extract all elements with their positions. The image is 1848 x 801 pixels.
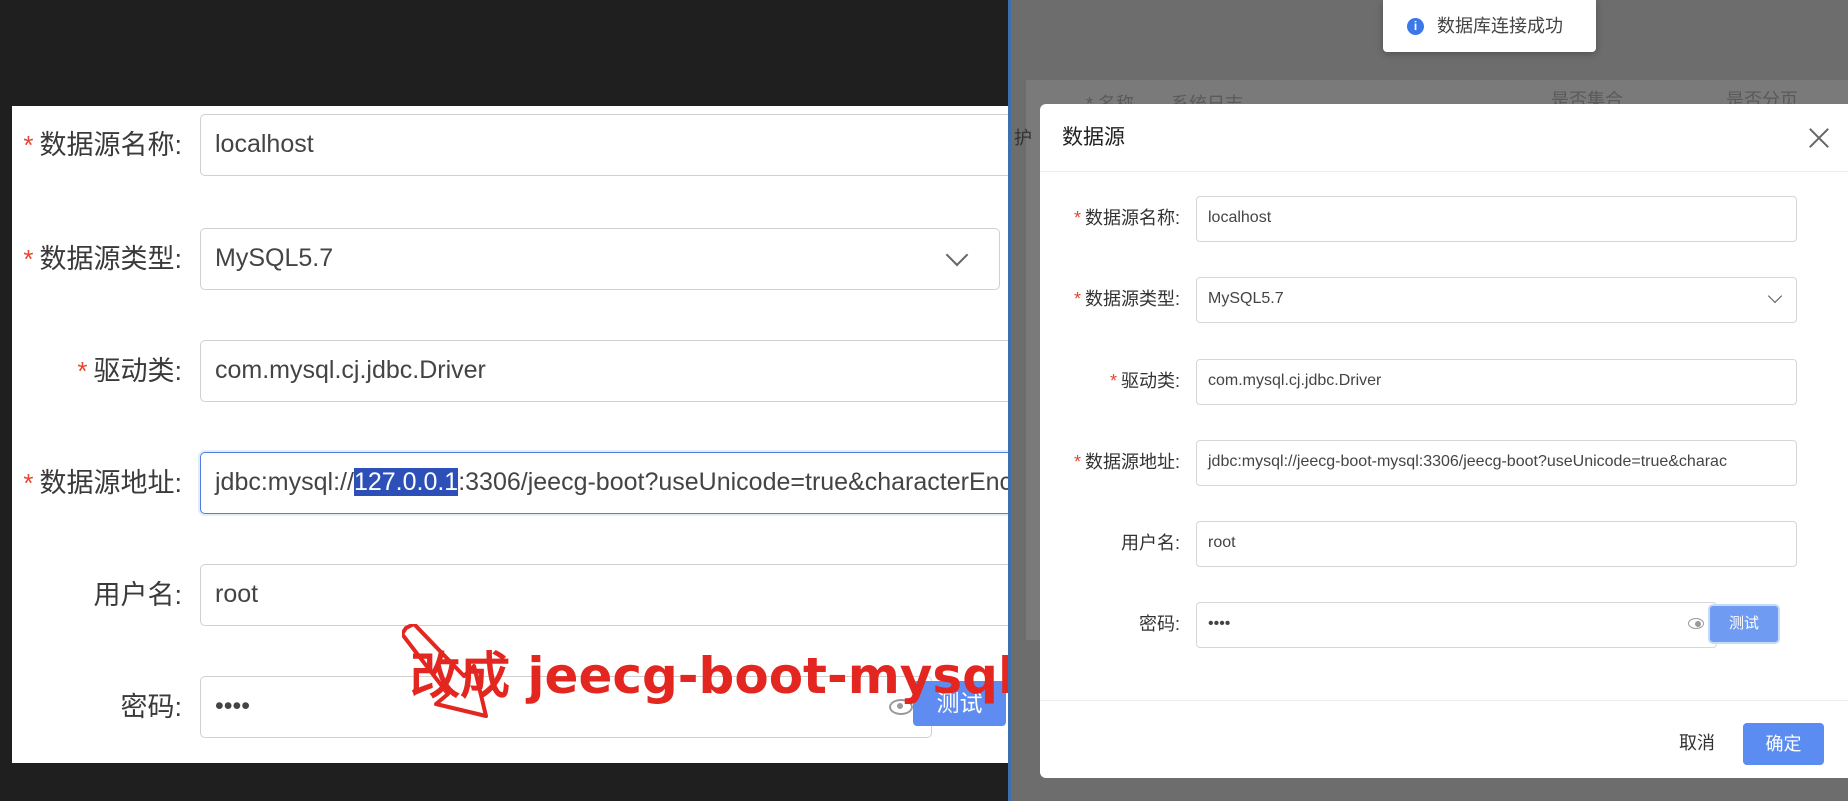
zoom-row-username: 用户名: root <box>12 564 1010 626</box>
required-mark: * <box>1073 208 1081 228</box>
panel-divider <box>1008 0 1011 801</box>
zoom-driver-class-input[interactable]: com.mysql.cj.jdbc.Driver <box>200 340 1010 402</box>
modal-header: 数据源 <box>1040 104 1848 172</box>
row-datasource-url: * 数据源地址: jdbc:mysql://jeecg-boot-mysql:33… <box>1040 440 1848 486</box>
url-prefix: jdbc:mysql:// <box>215 468 354 496</box>
required-mark: * <box>23 468 34 498</box>
toast-text: 数据库连接成功 <box>1437 16 1563 36</box>
zoom-username-input[interactable]: root <box>200 564 1010 626</box>
label-driver-class: * 驱动类: <box>1040 359 1180 403</box>
label-text: 数据源地址: <box>39 468 182 498</box>
eye-icon[interactable] <box>1688 618 1704 629</box>
row-datasource-name: * 数据源名称: localhost <box>1040 196 1848 242</box>
datasource-name-input[interactable]: localhost <box>1196 196 1797 242</box>
test-button[interactable]: 测试 <box>1710 606 1778 642</box>
url-selected-host: 127.0.0.1 <box>353 468 459 496</box>
row-datasource-type: * 数据源类型: MySQL5.7 <box>1040 277 1848 323</box>
label-text: 用户名: <box>1120 533 1180 553</box>
zoom-label-driver-class: * 驱动类: <box>12 340 182 402</box>
toast-message: i 数据库连接成功 <box>1383 0 1596 52</box>
zoom-row-driver-class: * 驱动类: com.mysql.cj.jdbc.Driver <box>12 340 1010 402</box>
required-mark: * <box>77 356 88 386</box>
label-text: 数据源类型: <box>1084 289 1180 309</box>
close-icon[interactable] <box>1808 127 1830 149</box>
zoom-label-username: 用户名: <box>12 564 182 626</box>
label-text: 密码: <box>120 692 182 722</box>
password-dots: •••• <box>1208 615 1231 632</box>
label-text: 数据源名称: <box>39 130 182 160</box>
required-mark: * <box>1109 371 1117 391</box>
zoom-datasource-type-select[interactable]: MySQL5.7 <box>200 228 1000 290</box>
ghost-tab-fragment: 护 <box>1014 128 1032 148</box>
url-suffix: :3306/jeecg-boot?useUnicode=true&charact… <box>458 468 1010 496</box>
password-dots: •••• <box>215 692 251 720</box>
zoom-datasource-name-input[interactable]: localhost <box>200 114 1010 176</box>
label-password: 密码: <box>1040 602 1180 646</box>
label-text: 驱动类: <box>1120 371 1180 391</box>
label-text: 数据源类型: <box>39 244 182 274</box>
chevron-down-icon <box>945 243 969 267</box>
zoom-label-datasource-url: * 数据源地址: <box>12 452 182 514</box>
label-datasource-name: * 数据源名称: <box>1040 196 1180 240</box>
select-value: MySQL5.7 <box>215 244 334 272</box>
password-input[interactable]: •••• <box>1196 602 1717 648</box>
datasource-modal: 数据源 * 数据源名称: localhost * 数据源类型: MySQL5.7 *… <box>1040 104 1848 778</box>
label-text: 用户名: <box>93 580 182 610</box>
datasource-url-input[interactable]: jdbc:mysql://jeecg-boot-mysql:3306/jeecg… <box>1196 440 1797 486</box>
zoom-row-datasource-name: * 数据源名称: localhost <box>12 114 1010 176</box>
label-username: 用户名: <box>1040 521 1180 565</box>
zoom-datasource-url-input[interactable]: jdbc:mysql://127.0.0.1:3306/jeecg-boot?u… <box>200 452 1010 514</box>
row-driver-class: * 驱动类: com.mysql.cj.jdbc.Driver <box>1040 359 1848 405</box>
zoom-row-datasource-url: * 数据源地址: jdbc:mysql://127.0.0.1:3306/jeec… <box>12 452 1010 514</box>
modal-title: 数据源 <box>1062 126 1125 149</box>
label-text: 密码: <box>1138 614 1180 634</box>
label-text: 数据源地址: <box>1084 452 1180 472</box>
required-mark: * <box>23 130 34 160</box>
info-icon: i <box>1407 18 1424 35</box>
label-datasource-url: * 数据源地址: <box>1040 440 1180 484</box>
driver-class-input[interactable]: com.mysql.cj.jdbc.Driver <box>1196 359 1797 405</box>
label-text: 驱动类: <box>93 356 182 386</box>
required-mark: * <box>23 244 34 274</box>
row-password: 密码: •••• 测试 <box>1040 602 1848 648</box>
modal-footer: 取消 确定 <box>1040 700 1848 778</box>
select-value: MySQL5.7 <box>1208 290 1284 307</box>
required-mark: * <box>1073 289 1081 309</box>
required-mark: * <box>1073 452 1081 472</box>
label-datasource-type: * 数据源类型: <box>1040 277 1180 321</box>
zoom-row-datasource-type: * 数据源类型: MySQL5.7 <box>12 228 1010 290</box>
zoom-label-datasource-name: * 数据源名称: <box>12 114 182 176</box>
datasource-type-select[interactable]: MySQL5.7 <box>1196 277 1797 323</box>
ok-button[interactable]: 确定 <box>1743 723 1824 765</box>
annotation-text: 改成 jeecg-boot-mysql <box>410 647 1016 705</box>
username-input[interactable]: root <box>1196 521 1797 567</box>
zoom-label-datasource-type: * 数据源类型: <box>12 228 182 290</box>
row-username: 用户名: root <box>1040 521 1848 567</box>
chevron-down-icon <box>1767 288 1783 304</box>
cancel-button[interactable]: 取消 <box>1660 723 1734 763</box>
zoom-label-password: 密码: <box>12 676 182 738</box>
label-text: 数据源名称: <box>1084 208 1180 228</box>
